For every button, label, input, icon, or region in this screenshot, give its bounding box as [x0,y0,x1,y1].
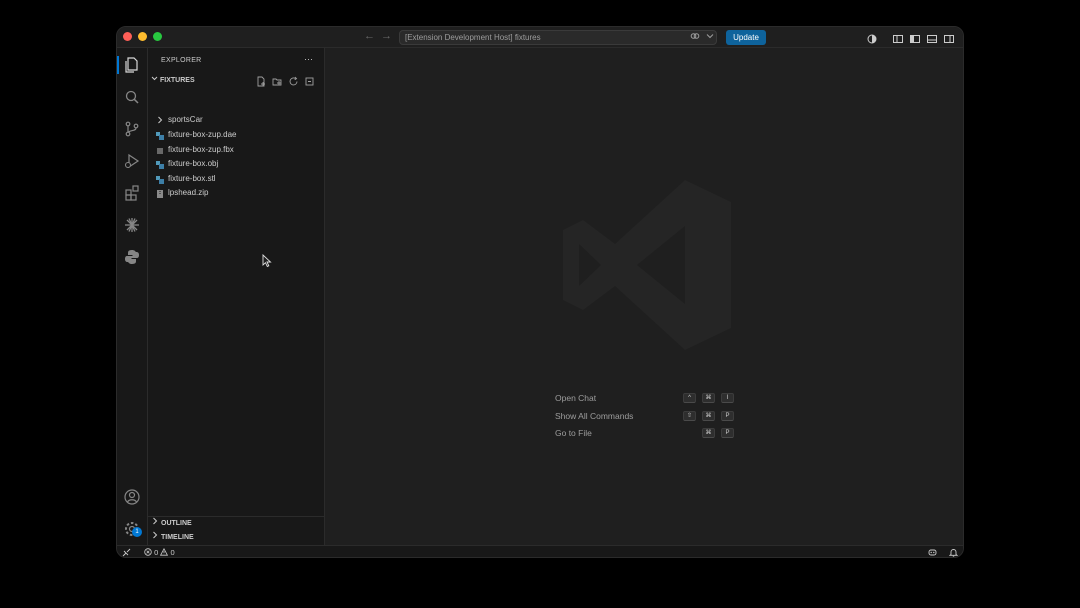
settings-update-badge: 1 [132,527,142,537]
key-cap: ⇧ [683,411,696,421]
model-file-icon [156,131,164,140]
chevron-right-icon [152,517,161,531]
source-control-icon[interactable] [123,120,141,138]
chevron-down-icon [151,75,160,84]
explorer-icon[interactable] [123,56,141,74]
new-file-icon[interactable] [256,74,267,87]
tree-item-file[interactable]: fixture-box-zup.fbx [148,143,324,157]
account-icon[interactable] [123,488,141,506]
activity-bar: 1 [117,48,148,545]
key-cap: ⌘ [702,393,715,403]
key-cap: I [721,393,734,403]
tree-item-label: fixture-box.obj [168,159,219,168]
copilot-status-icon[interactable] [928,548,937,557]
explorer-sidebar: EXPLORER ··· FIXTURES sportsCar fixture-… [148,48,325,545]
run-debug-icon[interactable] [123,152,141,170]
new-folder-icon[interactable] [272,74,283,86]
copilot-icon[interactable] [690,31,700,45]
error-count: 0 [154,548,159,557]
tree-item-file[interactable]: fixture-box.stl [148,172,324,186]
key-cap: ⌘ [702,428,715,438]
vscode-window: ← → [Extension Development Host] fixture… [116,26,964,558]
accounts-layout-icon[interactable] [867,31,877,44]
remote-icon[interactable] [122,548,131,557]
timeline-section-header[interactable]: TIMELINE [148,531,324,545]
timeline-label: TIMELINE [161,534,194,541]
notifications-bell-icon[interactable] [948,548,959,557]
vscode-watermark-logo-icon [563,180,731,350]
hint-show-all-commands: Show All Commands [555,411,634,421]
refresh-icon[interactable] [288,74,299,86]
tree-item-file[interactable]: lpshead.zip [148,186,324,200]
key-cap: P [721,411,734,421]
editor-area: Open Chat ^ ⌘ I Show All Commands ⇧ ⌘ P … [325,48,963,545]
forward-arrow-icon[interactable]: → [381,30,392,42]
active-indicator [117,56,119,74]
tree-item-file[interactable]: fixture-box-zup.dae [148,128,324,142]
update-button[interactable]: Update [726,30,766,45]
folder-section-label: FIXTURES [160,77,195,84]
command-center-label: [Extension Development Host] fixtures [405,33,541,42]
hint-open-chat: Open Chat [555,393,597,403]
model-file-icon [156,160,164,169]
search-icon[interactable] [123,88,141,106]
tree-item-folder[interactable]: sportsCar [148,113,324,127]
outline-section-header[interactable]: OUTLINE [148,517,324,531]
outline-label: OUTLINE [161,520,192,527]
close-window-button[interactable] [123,32,132,41]
back-arrow-icon[interactable]: ← [364,30,375,42]
chevron-right-icon [152,531,161,545]
extensions-icon[interactable] [123,184,141,202]
maximize-window-button[interactable] [153,32,162,41]
tree-item-label: fixture-box.stl [168,174,216,183]
tree-item-label: lpshead.zip [168,188,209,197]
error-icon [144,548,152,556]
command-center[interactable]: [Extension Development Host] fixtures [399,30,717,45]
mouse-cursor-icon [262,253,272,268]
minimize-window-button[interactable] [138,32,147,41]
sidebar-title: EXPLORER [161,57,202,64]
toggle-primary-sidebar-icon[interactable] [910,31,920,43]
more-actions-icon[interactable]: ··· [304,54,313,64]
tree-item-label: fixture-box-zup.fbx [168,145,234,154]
warning-icon [160,547,169,556]
status-bar: 0 0 [117,545,963,557]
tree-item-label: sportsCar [168,115,203,124]
customize-layout-icon[interactable] [893,31,903,43]
problems-indicator[interactable]: 0 0 [144,547,175,557]
key-cap: ⌘ [702,411,715,421]
collapse-all-icon[interactable] [304,74,315,86]
toggle-panel-icon[interactable] [927,31,937,43]
toggle-secondary-sidebar-icon[interactable] [944,31,954,43]
title-bar: ← → [Extension Development Host] fixture… [117,27,963,48]
key-cap: ^ [683,393,696,403]
hint-go-to-file: Go to File [555,428,592,438]
spark-icon[interactable] [123,216,141,234]
warning-count: 0 [170,548,175,557]
text-file-icon [156,146,164,154]
chevron-down-icon[interactable] [706,31,714,45]
python-icon[interactable] [123,248,141,266]
key-cap: P [721,428,734,438]
tree-item-label: fixture-box-zup.dae [168,130,237,139]
zip-file-icon [156,189,164,198]
folder-section-header[interactable]: FIXTURES [151,75,195,84]
tree-item-file[interactable]: fixture-box.obj [148,157,324,171]
model-file-icon [156,175,164,184]
